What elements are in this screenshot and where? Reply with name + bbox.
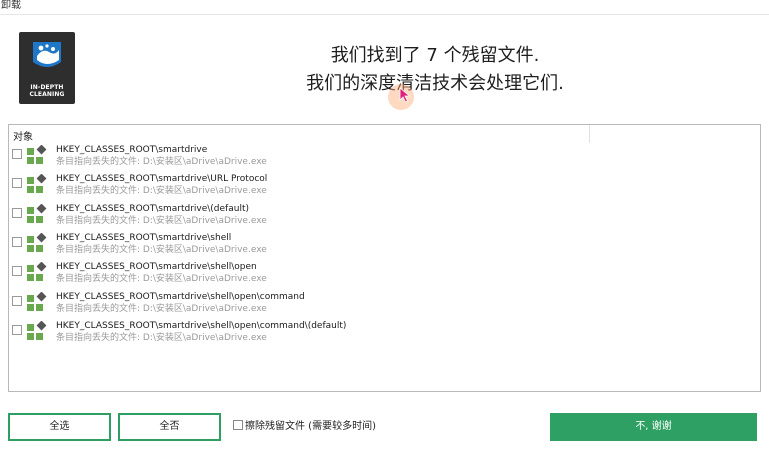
erase-leftovers-label: 擦除残留文件 (需要较多时间): [245, 421, 376, 432]
headline-line2: 我们的深度清洁技术会处理它们.: [306, 73, 564, 94]
list-item[interactable]: HKEY_CLASSES_ROOT\smartdrive\shell\open\…: [12, 291, 752, 320]
item-title: HKEY_CLASSES_ROOT\smartdrive\(default): [56, 203, 249, 214]
erase-leftovers-checkbox[interactable]: [233, 420, 243, 430]
item-title: HKEY_CLASSES_ROOT\smartdrive\shell\open: [56, 262, 257, 273]
registry-key-icon: [27, 291, 47, 311]
item-checkbox[interactable]: [12, 207, 22, 218]
registry-key-icon: [27, 320, 47, 340]
select-none-button[interactable]: 全否: [118, 413, 221, 441]
item-subtitle: 条目指向丢失的文件: D:\安装区\aDrive\aDrive.exe: [56, 274, 267, 285]
registry-key-icon: [27, 145, 47, 164]
item-subtitle: 条目指向丢失的文件: D:\安装区\aDrive\aDrive.exe: [56, 215, 267, 226]
item-subtitle: 条目指向丢失的文件: D:\安装区\aDrive\aDrive.exe: [56, 332, 267, 343]
list-item[interactable]: HKEY_CLASSES_ROOT\smartdrive\shell\open\…: [12, 320, 752, 349]
item-checkbox[interactable]: [12, 324, 22, 335]
leftover-items-list[interactable]: 对象 HKEY_CLASSES_ROOT\smartdrive 条目指向丢失的文件…: [8, 124, 761, 392]
window-title: 卸载: [0, 0, 769, 15]
item-subtitle: 条目指向丢失的文件: D:\安装区\aDrive\aDrive.exe: [56, 157, 267, 167]
item-checkbox[interactable]: [12, 178, 22, 189]
column-separator: [589, 125, 590, 143]
registry-key-icon: [27, 174, 47, 194]
registry-key-icon: [27, 262, 47, 282]
list-header-object: 对象: [13, 132, 33, 143]
headline-line1: 我们找到了 7 个残留文件.: [330, 45, 540, 66]
item-checkbox[interactable]: [12, 295, 22, 306]
in-depth-cleaning-logo: IN-DEPTH CLEANING: [19, 32, 75, 104]
logo-text: IN-DEPTH CLEANING: [19, 84, 75, 98]
item-title: HKEY_CLASSES_ROOT\smartdrive\URL Protoco…: [56, 174, 268, 185]
list-item[interactable]: HKEY_CLASSES_ROOT\smartdrive\URL Protoco…: [12, 173, 752, 202]
list-item[interactable]: HKEY_CLASSES_ROOT\smartdrive\(default) 条目…: [12, 203, 752, 232]
item-checkbox[interactable]: [12, 149, 22, 159]
no-thanks-button[interactable]: 不, 谢谢: [550, 413, 757, 441]
logo-text-line1: IN-DEPTH: [30, 84, 64, 91]
select-all-button[interactable]: 全选: [8, 413, 111, 441]
cleaning-badge-icon: [33, 42, 61, 67]
list-item[interactable]: HKEY_CLASSES_ROOT\smartdrive\shell\open 条…: [12, 261, 752, 290]
mouse-cursor-icon: [388, 84, 414, 110]
item-checkbox[interactable]: [12, 236, 22, 247]
item-subtitle: 条目指向丢失的文件: D:\安装区\aDrive\aDrive.exe: [56, 244, 267, 255]
item-checkbox[interactable]: [12, 266, 22, 277]
item-title: HKEY_CLASSES_ROOT\smartdrive: [56, 145, 208, 155]
item-title: HKEY_CLASSES_ROOT\smartdrive\shell\open\…: [56, 291, 305, 302]
item-subtitle: 条目指向丢失的文件: D:\安装区\aDrive\aDrive.exe: [56, 303, 267, 314]
registry-key-icon: [27, 203, 47, 223]
item-subtitle: 条目指向丢失的文件: D:\安装区\aDrive\aDrive.exe: [56, 186, 267, 197]
list-item[interactable]: HKEY_CLASSES_ROOT\smartdrive\shell 条目指向丢失…: [12, 232, 752, 261]
list-item[interactable]: HKEY_CLASSES_ROOT\smartdrive 条目指向丢失的文件: D…: [12, 144, 752, 173]
item-title: HKEY_CLASSES_ROOT\smartdrive\shell\open\…: [56, 320, 347, 331]
logo-text-line2: CLEANING: [29, 91, 65, 98]
item-title: HKEY_CLASSES_ROOT\smartdrive\shell: [56, 232, 232, 243]
erase-leftovers-option[interactable]: 擦除残留文件 (需要较多时间): [233, 420, 376, 434]
headline: 我们找到了 7 个残留文件. 我们的深度清洁技术会处理它们.: [220, 42, 650, 98]
registry-key-icon: [27, 232, 47, 252]
